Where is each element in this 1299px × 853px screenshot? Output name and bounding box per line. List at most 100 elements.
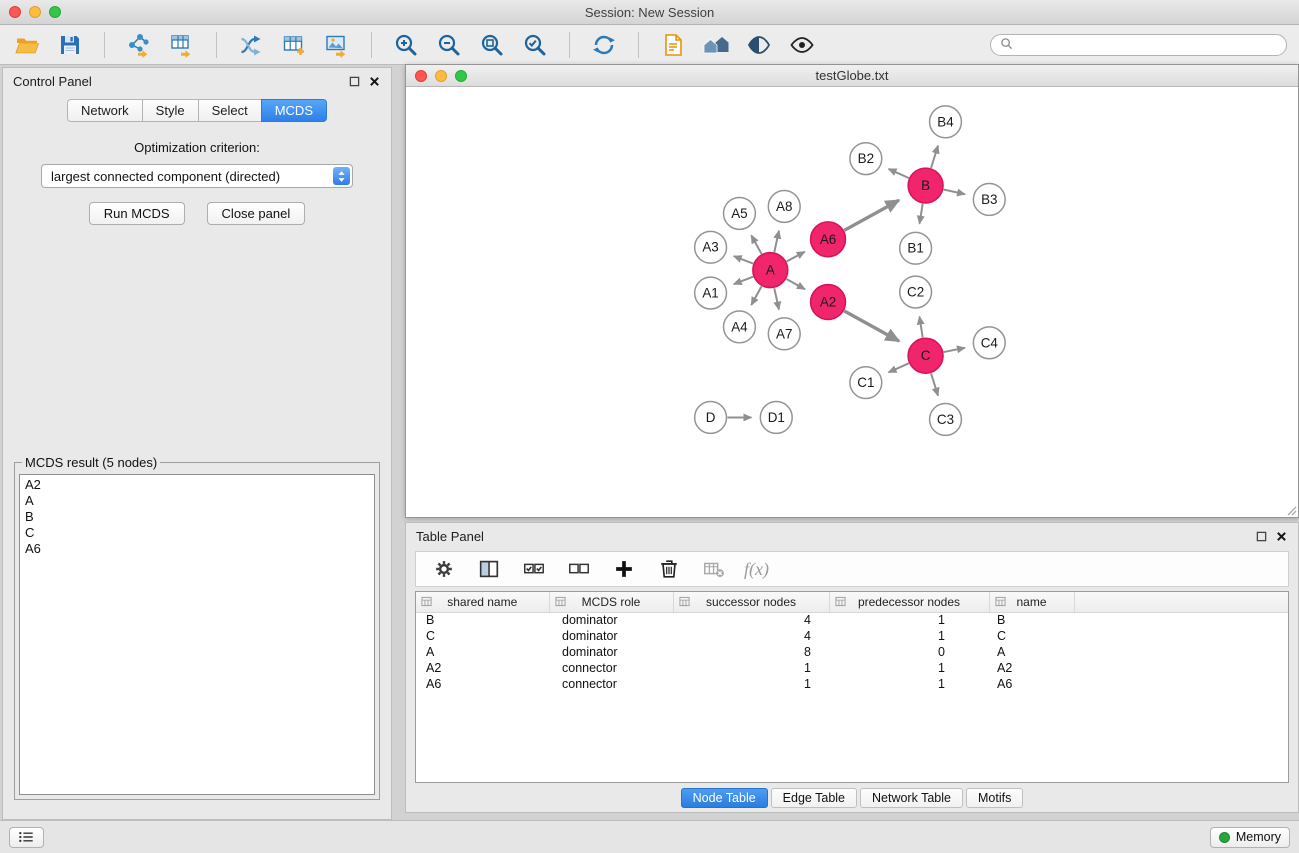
graph-node-A6[interactable]: A6 (811, 222, 846, 257)
graph-edge-A6-B[interactable] (844, 200, 899, 230)
new-network-icon[interactable] (236, 30, 266, 60)
graph-edge-C-C2[interactable] (920, 317, 923, 338)
import-table-from-file-icon[interactable] (167, 30, 197, 60)
layout-document-icon[interactable] (658, 30, 688, 60)
graph-node-A5[interactable]: A5 (724, 197, 756, 229)
zoom-window-button[interactable] (49, 6, 61, 18)
list-item[interactable]: A (25, 493, 369, 509)
unselect-all-icon[interactable] (564, 554, 594, 584)
table-row[interactable]: A2connector11A2 (416, 660, 1288, 676)
delete-icon[interactable] (654, 554, 684, 584)
tab-select[interactable]: Select (198, 99, 261, 122)
graph-node-A3[interactable]: A3 (695, 231, 727, 263)
export-image-icon[interactable] (322, 30, 352, 60)
graph-node-A2[interactable]: A2 (811, 285, 846, 320)
graph-edge-A2-C[interactable] (844, 311, 899, 341)
graph-edge-A-A1[interactable] (734, 277, 753, 284)
zoom-fit-icon[interactable] (477, 30, 507, 60)
tab-network[interactable]: Network (67, 99, 142, 122)
table-row[interactable]: Adominator80A (416, 644, 1288, 660)
run-mcds-button[interactable]: Run MCDS (89, 202, 185, 225)
zoom-out-icon[interactable] (434, 30, 464, 60)
graph-node-A[interactable]: A (753, 253, 788, 288)
graph-node-B4[interactable]: B4 (930, 106, 962, 138)
zoom-network-window-button[interactable] (455, 70, 467, 82)
table-row[interactable]: Bdominator41B (416, 612, 1288, 628)
column-header-shared-name[interactable]: shared name (416, 592, 549, 612)
graph-node-D[interactable]: D (695, 402, 727, 434)
graph-node-B3[interactable]: B3 (973, 184, 1005, 216)
close-window-button[interactable] (9, 6, 21, 18)
list-item[interactable]: A6 (25, 541, 369, 557)
tab-node-table[interactable]: Node Table (681, 788, 768, 808)
memory-button[interactable]: Memory (1210, 827, 1290, 848)
function-builder-button[interactable]: f(x) (744, 559, 769, 580)
float-panel-icon[interactable] (347, 74, 361, 88)
save-icon[interactable] (55, 30, 85, 60)
close-panel-button[interactable]: Close panel (207, 202, 306, 225)
table-row[interactable]: A6connector11A6 (416, 676, 1288, 692)
delete-table-icon[interactable] (699, 554, 729, 584)
graphics-details-icon[interactable] (744, 30, 774, 60)
tab-edge-table[interactable]: Edge Table (771, 788, 857, 808)
graph-node-A8[interactable]: A8 (768, 191, 800, 223)
graph-node-C4[interactable]: C4 (973, 327, 1005, 359)
graph-edge-B-B2[interactable] (889, 169, 909, 178)
close-network-window-button[interactable] (415, 70, 427, 82)
graph-edge-B-B1[interactable] (920, 204, 923, 224)
graph-node-D1[interactable]: D1 (760, 402, 792, 434)
graph-edge-A-A4[interactable] (751, 286, 761, 305)
graph-node-C2[interactable]: C2 (900, 276, 932, 308)
graph-edge-A-A5[interactable] (751, 235, 761, 254)
graph-node-B2[interactable]: B2 (850, 143, 882, 175)
list-item[interactable]: B (25, 509, 369, 525)
graph-node-A4[interactable]: A4 (724, 311, 756, 343)
mcds-result-list[interactable]: A2ABCA6 (19, 474, 375, 795)
graph-node-C[interactable]: C (908, 338, 943, 373)
list-item[interactable]: A2 (25, 477, 369, 493)
graph-edge-A-A2[interactable] (786, 279, 805, 289)
column-header-MCDS-role[interactable]: MCDS role (549, 592, 673, 612)
graph-edge-A-A3[interactable] (734, 256, 753, 263)
search-input[interactable] (1018, 38, 1277, 52)
home-icon[interactable] (701, 30, 731, 60)
float-table-panel-icon[interactable] (1254, 529, 1268, 543)
minimize-network-window-button[interactable] (435, 70, 447, 82)
graph-edge-A-A6[interactable] (787, 252, 805, 262)
tab-motifs[interactable]: Motifs (966, 788, 1023, 808)
table-row[interactable]: Cdominator41C (416, 628, 1288, 644)
graph-edge-A-A7[interactable] (774, 288, 779, 309)
zoom-selected-icon[interactable] (520, 30, 550, 60)
tab-style[interactable]: Style (142, 99, 198, 122)
close-table-panel-icon[interactable] (1274, 529, 1288, 543)
graph-node-A1[interactable]: A1 (695, 277, 727, 309)
graph-node-A7[interactable]: A7 (768, 318, 800, 350)
graph-edge-C-C4[interactable] (944, 348, 965, 352)
graph-edge-A-A8[interactable] (774, 231, 779, 252)
column-header-predecessor-nodes[interactable]: predecessor nodes (829, 592, 989, 612)
list-item[interactable]: C (25, 525, 369, 541)
network-window-titlebar[interactable]: testGlobe.txt (406, 65, 1298, 87)
new-table-from-network-icon[interactable] (279, 30, 309, 60)
graph-edge-B-B4[interactable] (931, 146, 938, 168)
open-folder-icon[interactable] (12, 30, 42, 60)
graph-node-C1[interactable]: C1 (850, 367, 882, 399)
graph-node-B1[interactable]: B1 (900, 232, 932, 264)
tab-mcds[interactable]: MCDS (261, 99, 327, 122)
node-table-container[interactable]: shared nameMCDS rolesuccessor nodesprede… (415, 591, 1289, 783)
refresh-icon[interactable] (589, 30, 619, 60)
select-all-icon[interactable] (519, 554, 549, 584)
search-box[interactable] (990, 34, 1287, 56)
graph-edge-B-B3[interactable] (944, 190, 965, 195)
birds-eye-view-icon[interactable] (787, 30, 817, 60)
tab-network-table[interactable]: Network Table (860, 788, 963, 808)
criterion-select[interactable]: largest connected component (directed) (41, 164, 353, 188)
zoom-in-icon[interactable] (391, 30, 421, 60)
add-icon[interactable] (609, 554, 639, 584)
close-panel-icon[interactable] (367, 74, 381, 88)
column-header-name[interactable]: name (989, 592, 1074, 612)
graph-edge-C-C1[interactable] (889, 363, 909, 372)
show-columns-icon[interactable] (474, 554, 504, 584)
graph-node-B[interactable]: B (908, 168, 943, 203)
import-network-from-file-icon[interactable] (124, 30, 154, 60)
